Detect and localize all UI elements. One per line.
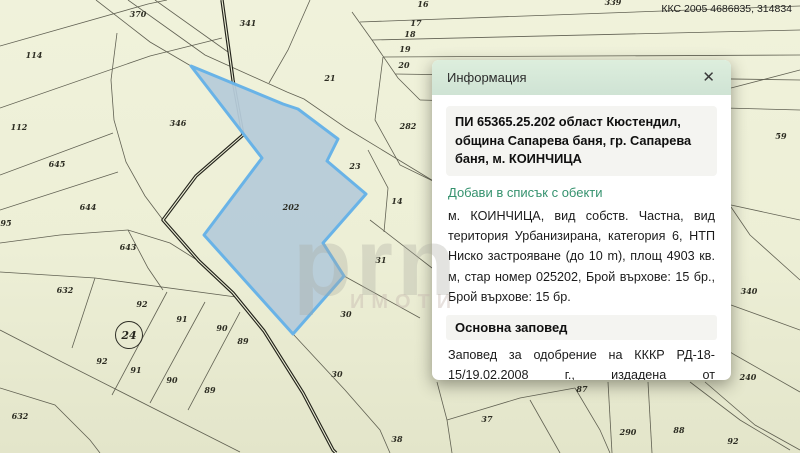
parcel-label: 114: [26, 50, 43, 60]
parcel-label: 92: [96, 356, 107, 366]
parcel-label: 16: [417, 0, 428, 9]
info-panel-title: Информация: [447, 70, 527, 85]
parcel-label: 38: [391, 434, 402, 444]
info-panel-header: Информация ✕: [432, 60, 731, 95]
parcel-label: 37: [481, 414, 492, 424]
info-panel: Информация ✕ ПИ 65365.25.202 област Кюст…: [432, 60, 731, 380]
parcel-label: 632: [57, 285, 74, 295]
parcel-label: 92: [136, 299, 147, 309]
parcel-label: 92: [727, 436, 738, 446]
parcel-label: 90: [166, 375, 177, 385]
parcel-label: 282: [400, 121, 417, 131]
parcel-label: 290: [620, 427, 637, 437]
parcel-label: 31: [375, 255, 386, 265]
circled-parcel-label-text: 24: [121, 329, 136, 342]
parcel-label: 339: [605, 0, 622, 7]
parcel-label: 14: [391, 196, 402, 206]
parcel-label: 87: [576, 384, 587, 394]
main-order-text: Заповед за одобрение на КККР РД-18-15/19…: [448, 345, 715, 380]
parcel-label: 90: [216, 323, 227, 333]
parcel-description: м. КОИНЧИЦА, вид собств. Частна, вид тер…: [448, 206, 715, 308]
parcel-label: 370: [130, 9, 147, 19]
parcel-label: 340: [741, 286, 758, 296]
section-heading-main-order: Основна заповед: [446, 315, 717, 340]
close-icon[interactable]: ✕: [698, 68, 719, 87]
parcel-label: 91: [176, 314, 187, 324]
parcel-label: 95: [0, 218, 11, 228]
parcel-label: 346: [170, 118, 187, 128]
info-panel-body: ПИ 65365.25.202 област Кюстендил, община…: [432, 95, 731, 380]
parcel-title: ПИ 65365.25.202 област Кюстендил, община…: [446, 106, 717, 176]
parcel-label: 644: [80, 202, 97, 212]
parcel-label: 112: [11, 122, 28, 132]
parcel-label: 202: [283, 202, 300, 212]
map-coordinates-label: ККС 2005 4686835, 314834: [661, 3, 792, 15]
parcel-label: 18: [404, 29, 415, 39]
parcel-label: 91: [130, 365, 141, 375]
cadastral-map-viewer: 339 370 341 16 1718 19 20 21 114 112 346 282 59 23 14 2…: [0, 0, 800, 453]
parcel-label: 23: [349, 161, 360, 171]
parcel-label: 632: [12, 411, 29, 421]
parcel-label: 643: [120, 242, 137, 252]
parcel-label: 89: [237, 336, 248, 346]
parcel-label: 20: [398, 60, 409, 70]
parcel-label: 59: [775, 131, 786, 141]
parcel-label: 30: [340, 309, 351, 319]
parcel-label: 30: [331, 369, 342, 379]
parcel-label: 17: [410, 18, 421, 28]
add-to-list-link[interactable]: Добави в списък с обекти: [448, 185, 715, 200]
parcel-label: 341: [240, 18, 257, 28]
parcel-label: 19: [399, 44, 410, 54]
parcel-label: 240: [740, 372, 757, 382]
circled-parcel-label: 24: [115, 321, 143, 349]
parcel-label: 21: [324, 73, 335, 83]
parcel-label: 89: [204, 385, 215, 395]
parcel-label: 645: [49, 159, 66, 169]
parcel-label: 88: [673, 425, 684, 435]
